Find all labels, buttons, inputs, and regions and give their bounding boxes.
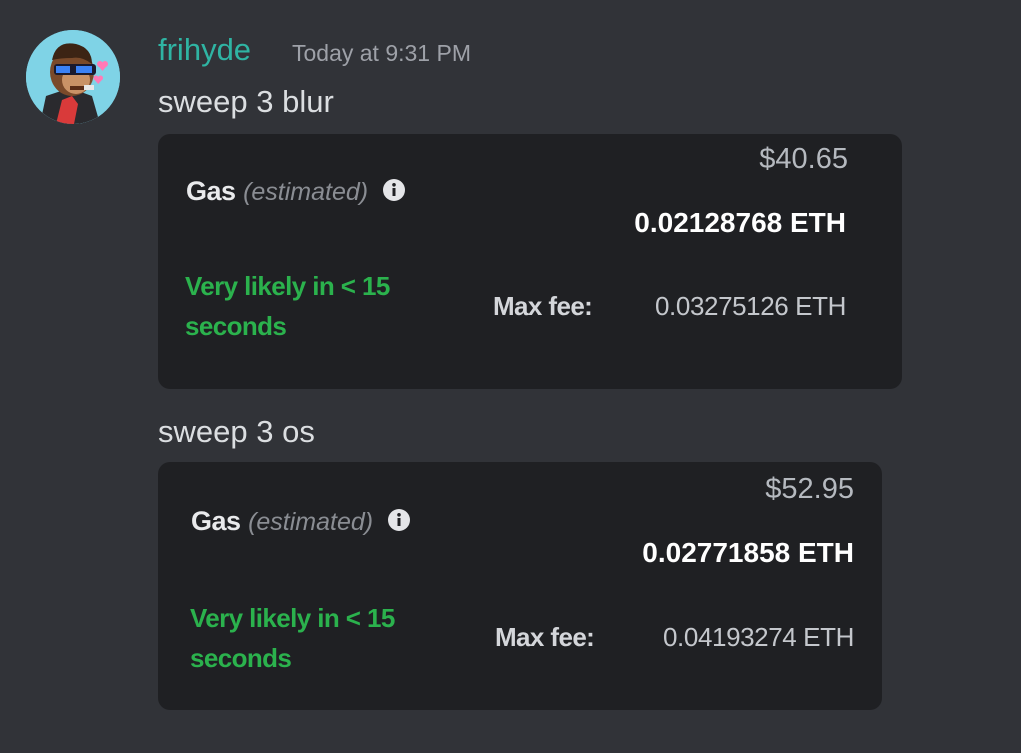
message-text: sweep 3 blur <box>158 84 334 119</box>
gas-estimate-card: $40.65 Gas (estimated) 0.02128768 ETH Ve… <box>158 134 902 389</box>
gas-estimated-label: (estimated) <box>243 178 369 206</box>
info-icon[interactable] <box>382 178 406 202</box>
message-text: sweep 3 os <box>158 414 315 449</box>
gas-heading: Gas (estimated) <box>191 504 411 539</box>
max-fee-value: 0.04193274 ETH <box>663 622 854 652</box>
confirmation-estimate: Very likely in < 15 seconds <box>185 266 445 346</box>
confirmation-estimate-line2: seconds <box>190 643 292 673</box>
gas-label: Gas <box>191 506 241 536</box>
gas-estimate-card: $52.95 Gas (estimated) 0.02771858 ETH Ve… <box>158 462 882 710</box>
timestamp: Today at 9:31 PM <box>292 40 471 66</box>
gas-label: Gas <box>186 176 236 206</box>
max-fee-label: Max fee: <box>495 622 595 652</box>
gas-heading: Gas (estimated) <box>186 174 406 209</box>
pixel-ape-avatar-icon[interactable] <box>26 30 120 124</box>
max-fee-label: Max fee: <box>493 291 593 321</box>
confirmation-estimate-line1: Very likely in < 15 <box>190 603 395 633</box>
info-icon[interactable] <box>387 508 411 532</box>
username[interactable]: frihyde <box>158 30 251 70</box>
gas-estimated-label: (estimated) <box>248 508 374 536</box>
confirmation-estimate-line2: seconds <box>185 311 287 341</box>
gas-usd-value: $52.95 <box>765 473 854 505</box>
confirmation-estimate: Very likely in < 15 seconds <box>190 598 450 678</box>
gas-eth-value: 0.02128768 ETH <box>634 207 846 238</box>
gas-eth-value: 0.02771858 ETH <box>642 537 854 568</box>
gas-usd-value: $40.65 <box>759 143 848 175</box>
chat-message: frihyde Today at 9:31 PM sweep 3 blur $4… <box>0 0 1021 753</box>
confirmation-estimate-line1: Very likely in < 15 <box>185 271 390 301</box>
max-fee-value: 0.03275126 ETH <box>655 291 846 321</box>
